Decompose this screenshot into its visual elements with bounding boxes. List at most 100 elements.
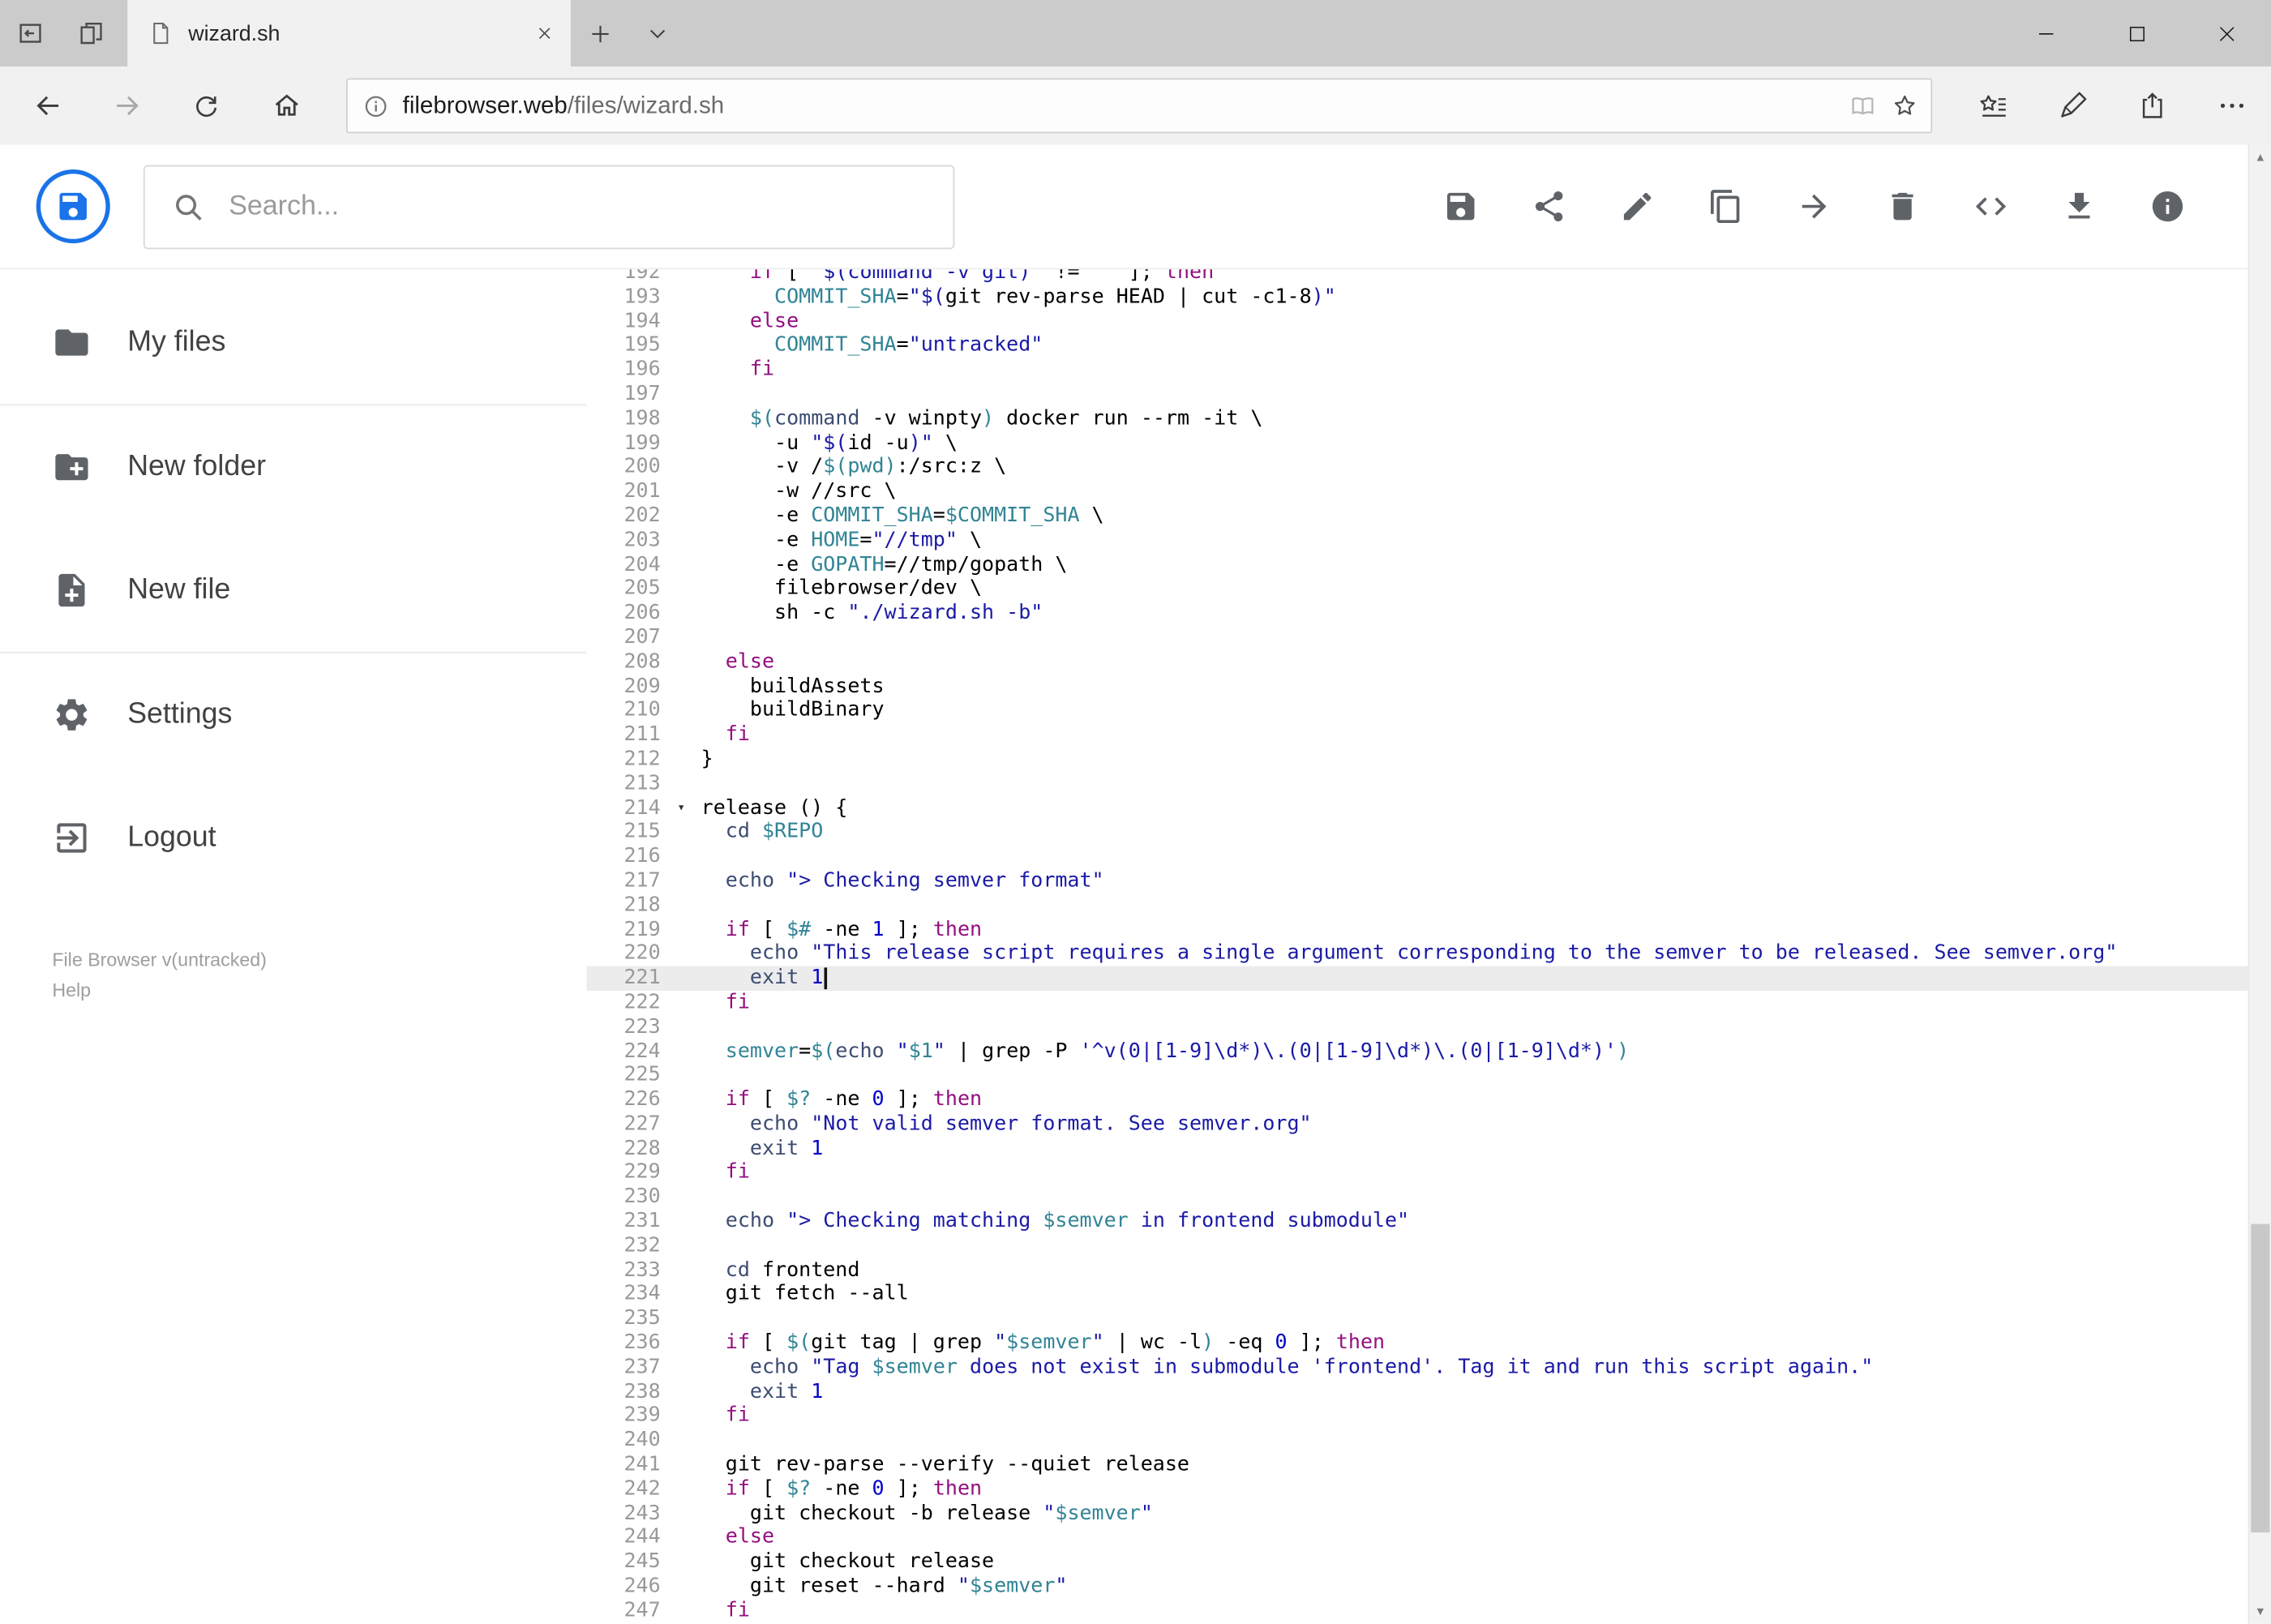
code-line[interactable]: 203 -e HOME="//tmp" \ bbox=[587, 529, 2248, 553]
code-line[interactable]: 196 fi bbox=[587, 358, 2248, 383]
code-line[interactable]: 206 sh -c "./wizard.sh -b" bbox=[587, 602, 2248, 626]
code-line[interactable]: 214 ▾ release () { bbox=[587, 796, 2248, 821]
code-line[interactable]: 200 -v /$(pwd):/src:z \ bbox=[587, 456, 2248, 480]
code-line[interactable]: 241 git rev-parse --verify --quiet relea… bbox=[587, 1453, 2248, 1477]
code-line[interactable]: 234 git fetch --all bbox=[587, 1283, 2248, 1307]
copy-button[interactable] bbox=[1708, 188, 1744, 225]
code-line[interactable]: 235 bbox=[587, 1307, 2248, 1331]
maximize-button[interactable] bbox=[2092, 0, 2182, 66]
code-line[interactable]: 201 -w //src \ bbox=[587, 480, 2248, 504]
search-input[interactable] bbox=[225, 189, 928, 225]
code-line[interactable]: 237 echo "Tag $semver does not exist in … bbox=[587, 1356, 2248, 1380]
tab-close-icon[interactable] bbox=[530, 19, 559, 48]
code-line[interactable]: 236 if [ $(git tag | grep "$semver" | wc… bbox=[587, 1331, 2248, 1356]
refresh-icon[interactable] bbox=[166, 66, 246, 144]
code-line[interactable]: 228 exit 1 bbox=[587, 1137, 2248, 1161]
favorite-star-icon[interactable] bbox=[1890, 92, 1919, 121]
code-line[interactable]: 226 if [ $? -ne 0 ]; then bbox=[587, 1088, 2248, 1112]
help-link[interactable]: Help bbox=[52, 975, 267, 1005]
code-line[interactable]: 218 bbox=[587, 893, 2248, 918]
code-line[interactable]: 212} bbox=[587, 748, 2248, 772]
code-line[interactable]: 224 semver=$(echo "$1" | grep -P '^v(0|[… bbox=[587, 1039, 2248, 1064]
forward-icon[interactable] bbox=[87, 66, 166, 144]
scrollbar-thumb[interactable] bbox=[2251, 1223, 2270, 1533]
home-icon[interactable] bbox=[246, 66, 326, 144]
code-line[interactable]: 240 bbox=[587, 1429, 2248, 1453]
vertical-scrollbar[interactable]: ▲ ▼ bbox=[2247, 144, 2271, 1624]
hub-favorites-icon[interactable] bbox=[1952, 66, 2032, 144]
code-line[interactable]: 246 git reset --hard "$semver" bbox=[587, 1575, 2248, 1599]
sidebar-item-logout[interactable]: Logout bbox=[0, 777, 587, 900]
share-icon[interactable] bbox=[2112, 66, 2192, 144]
version-link[interactable]: File Browser v(untracked) bbox=[52, 945, 267, 975]
code-line[interactable]: 222 fi bbox=[587, 991, 2248, 1015]
minimize-button[interactable] bbox=[2002, 0, 2092, 66]
code-line[interactable]: 199 -u "$(id -u)" \ bbox=[587, 431, 2248, 456]
url-text[interactable]: filebrowser.web/files/wizard.sh bbox=[403, 92, 1836, 119]
rename-button[interactable] bbox=[1619, 188, 1656, 225]
code-line[interactable]: 239 fi bbox=[587, 1404, 2248, 1429]
more-options-icon[interactable] bbox=[2192, 66, 2271, 144]
tab-list-chevron-icon[interactable] bbox=[628, 0, 686, 66]
code-line[interactable]: 247 fi bbox=[587, 1599, 2248, 1622]
share-button[interactable] bbox=[1531, 188, 1567, 225]
code-line[interactable]: 210 buildBinary bbox=[587, 699, 2248, 723]
code-line[interactable]: 245 git checkout release bbox=[587, 1550, 2248, 1575]
code-line[interactable]: 195 COMMIT_SHA="untracked" bbox=[587, 334, 2248, 358]
code-line[interactable]: 238 exit 1 bbox=[587, 1380, 2248, 1404]
site-info-icon[interactable] bbox=[362, 92, 390, 119]
code-line[interactable]: 198 $(command -v winpty) docker run --rm… bbox=[587, 407, 2248, 431]
code-line[interactable]: 207 bbox=[587, 626, 2248, 650]
code-view-button[interactable] bbox=[1973, 188, 2009, 225]
move-button[interactable] bbox=[1796, 188, 1832, 225]
download-button[interactable] bbox=[2061, 188, 2097, 225]
tabs-preview-icon[interactable] bbox=[61, 0, 122, 66]
sidebar-item-settings[interactable]: Settings bbox=[0, 653, 587, 777]
set-tabs-aside-icon[interactable] bbox=[0, 0, 61, 66]
code-line[interactable]: 208 else bbox=[587, 650, 2248, 675]
code-line[interactable]: 211 fi bbox=[587, 723, 2248, 748]
code-line[interactable]: 192 if [ "$(command -v git)" != "" ]; th… bbox=[587, 269, 2248, 285]
fold-toggle-icon[interactable]: ▾ bbox=[677, 799, 685, 816]
code-line[interactable]: 209 buildAssets bbox=[587, 675, 2248, 699]
address-bar[interactable]: filebrowser.web/files/wizard.sh bbox=[345, 78, 1933, 134]
reading-view-icon[interactable] bbox=[1849, 92, 1878, 121]
code-line[interactable]: 221 exit 1 bbox=[586, 966, 2248, 991]
code-editor[interactable]: 192 if [ "$(command -v git)" != "" ]; th… bbox=[586, 269, 2248, 1622]
back-icon[interactable] bbox=[7, 66, 87, 144]
code-line[interactable]: 242 if [ $? -ne 0 ]; then bbox=[587, 1477, 2248, 1502]
code-line[interactable]: 202 -e COMMIT_SHA=$COMMIT_SHA \ bbox=[587, 504, 2248, 529]
code-line[interactable]: 204 -e GOPATH=//tmp/gopath \ bbox=[587, 553, 2248, 577]
code-line[interactable]: 220 echo "This release script requires a… bbox=[587, 942, 2248, 966]
code-line[interactable]: 194 else bbox=[587, 310, 2248, 334]
code-line[interactable]: 227 echo "Not valid semver format. See s… bbox=[587, 1112, 2248, 1137]
code-line[interactable]: 225 bbox=[587, 1064, 2248, 1088]
code-line[interactable]: 215 cd $REPO bbox=[587, 821, 2248, 845]
code-line[interactable]: 219 if [ $# -ne 1 ]; then bbox=[587, 918, 2248, 942]
code-line[interactable]: 193 COMMIT_SHA="$(git rev-parse HEAD | c… bbox=[587, 285, 2248, 310]
code-line[interactable]: 244 else bbox=[587, 1526, 2248, 1550]
web-note-icon[interactable] bbox=[2032, 66, 2111, 144]
sidebar-item-new-folder[interactable]: New folder bbox=[0, 405, 587, 529]
scroll-up-icon[interactable]: ▲ bbox=[2249, 145, 2271, 169]
code-line[interactable]: 230 bbox=[587, 1185, 2248, 1210]
code-line[interactable]: 216 bbox=[587, 845, 2248, 869]
code-line[interactable]: 213 bbox=[587, 772, 2248, 796]
browser-tab[interactable]: wizard.sh bbox=[127, 0, 571, 67]
sidebar-item-new-file[interactable]: New file bbox=[0, 529, 587, 652]
new-tab-button[interactable] bbox=[571, 0, 628, 66]
code-line[interactable]: 232 bbox=[587, 1234, 2248, 1258]
code-line[interactable]: 233 cd frontend bbox=[587, 1258, 2248, 1283]
filebrowser-logo[interactable] bbox=[36, 169, 110, 244]
info-button[interactable] bbox=[2149, 188, 2186, 225]
code-line[interactable]: 223 bbox=[587, 1015, 2248, 1039]
save-button[interactable] bbox=[1442, 188, 1479, 225]
sidebar-item-my-files[interactable]: My files bbox=[0, 281, 587, 405]
code-line[interactable]: 229 fi bbox=[587, 1161, 2248, 1185]
code-line[interactable]: 231 echo "> Checking matching $semver in… bbox=[587, 1210, 2248, 1234]
code-line[interactable]: 243 git checkout -b release "$semver" bbox=[587, 1502, 2248, 1526]
code-line[interactable]: 205 filebrowser/dev \ bbox=[587, 577, 2248, 602]
scroll-down-icon[interactable]: ▼ bbox=[2249, 1599, 2271, 1623]
search-box[interactable] bbox=[143, 164, 955, 249]
code-line[interactable]: 197 bbox=[587, 383, 2248, 407]
